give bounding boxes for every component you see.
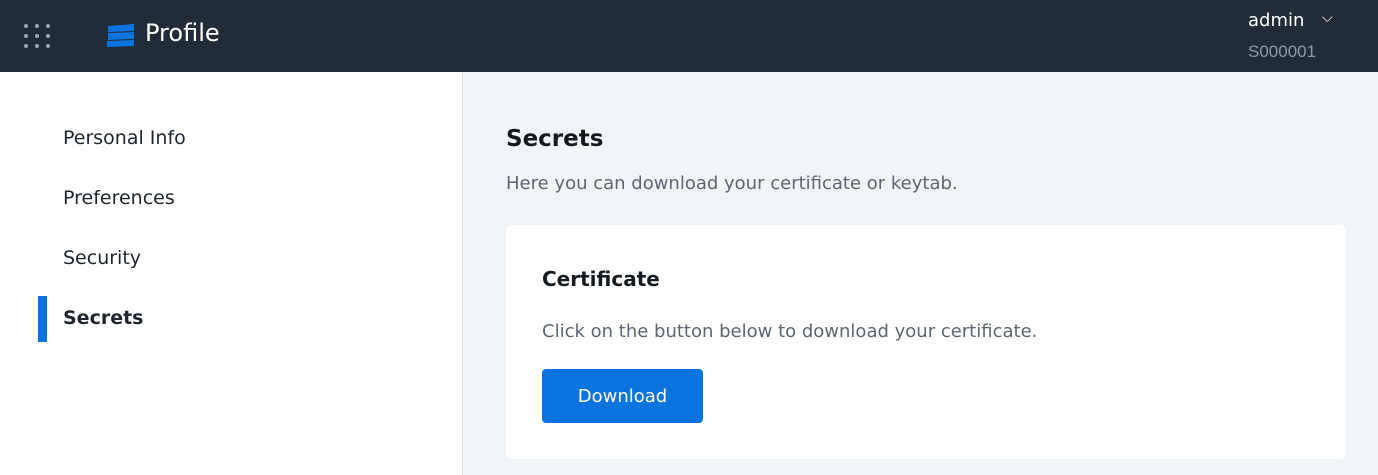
sidebar-item-personal-info[interactable]: Personal Info: [63, 127, 186, 149]
sidebar-item-preferences[interactable]: Preferences: [63, 187, 175, 209]
user-id: S000001: [1248, 42, 1317, 61]
app-launcher-icon[interactable]: [24, 24, 50, 48]
card-text: Click on the button below to download yo…: [542, 321, 1038, 342]
card-title: Certificate: [542, 267, 660, 291]
certificate-card: Certificate Click on the button below to…: [506, 225, 1346, 459]
logo-icon: [107, 24, 134, 47]
app-title: Profile: [145, 19, 220, 47]
active-indicator: [38, 296, 47, 342]
chevron-down-icon[interactable]: ⌵: [1322, 10, 1333, 26]
sidebar-item-secrets[interactable]: Secrets: [63, 307, 143, 329]
top-bar: Profile admin ⌵ S000001: [0, 0, 1378, 72]
download-button[interactable]: Download: [542, 369, 703, 423]
page-subtitle: Here you can download your certificate o…: [506, 173, 958, 194]
sidebar-item-security[interactable]: Security: [63, 247, 141, 269]
page-title: Secrets: [506, 126, 604, 152]
user-menu[interactable]: admin: [1248, 10, 1304, 31]
